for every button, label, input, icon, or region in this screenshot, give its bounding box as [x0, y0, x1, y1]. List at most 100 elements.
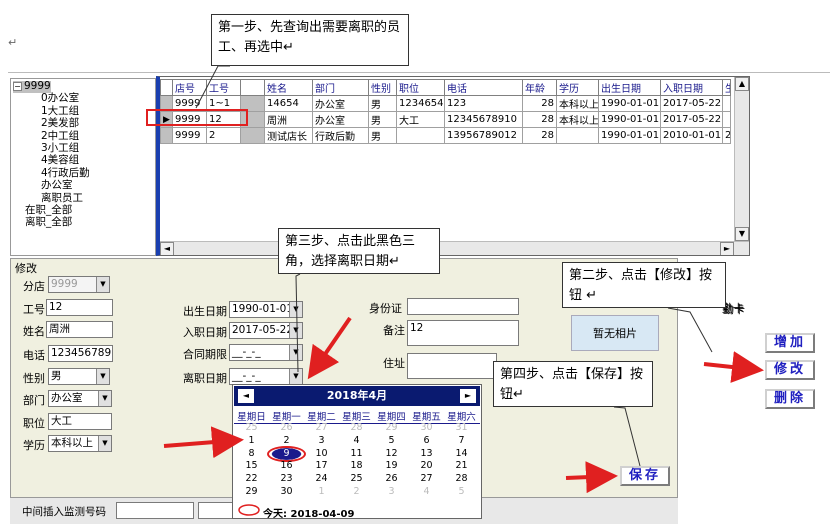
tree-node[interactable]: 4美容组 — [41, 155, 79, 167]
collapse-icon[interactable]: − — [13, 81, 22, 91]
calendar-day[interactable]: 3 — [304, 435, 339, 448]
calendar-day[interactable]: 29 — [374, 422, 409, 435]
tree-node[interactable]: 办公室 — [41, 179, 73, 192]
chevron-down-icon[interactable]: ▼ — [289, 345, 302, 360]
calendar-day[interactable]: 7 — [444, 435, 479, 448]
today-label[interactable]: 今天: 2018-04-09 — [263, 505, 354, 520]
id-field[interactable] — [407, 298, 519, 315]
table-cell[interactable]: 123 — [444, 95, 523, 112]
calendar-day[interactable]: 27 — [304, 422, 339, 435]
calendar-day[interactable]: 29 — [234, 486, 269, 499]
table-cell[interactable]: 办公室 — [312, 95, 369, 112]
delete-button[interactable]: 删除 — [765, 389, 815, 409]
calendar-day[interactable]: 20 — [409, 460, 444, 473]
scroll-up-icon[interactable]: ▲ — [735, 77, 749, 91]
phone-field[interactable]: 12345678910 — [48, 345, 113, 362]
calendar-day[interactable]: 27 — [409, 473, 444, 486]
table-cell[interactable]: 28 — [522, 95, 557, 112]
table-cell[interactable] — [722, 95, 731, 112]
column-header[interactable]: 入职日期 — [660, 79, 723, 96]
prev-month-icon[interactable]: ◄ — [238, 389, 254, 403]
table-cell[interactable]: 2 — [206, 127, 241, 144]
chevron-down-icon[interactable]: ▼ — [289, 302, 302, 317]
grid-horizontal-scrollbar[interactable]: ◄ ► — [160, 241, 749, 255]
address-field[interactable] — [407, 353, 497, 379]
table-cell[interactable]: 2017-05-22 — [660, 111, 723, 128]
add-button[interactable]: 增加 — [765, 333, 815, 353]
table-cell[interactable] — [722, 111, 731, 128]
position-field[interactable]: 大工 — [48, 413, 112, 430]
table-cell[interactable]: 14654 — [264, 95, 313, 112]
gender-select[interactable]: 男 ▼ — [48, 368, 110, 385]
table-cell[interactable]: 2 — [722, 127, 731, 144]
table-cell[interactable]: 男 — [368, 111, 397, 128]
dept-select[interactable]: 办公室 ▼ — [48, 390, 112, 407]
empno-field[interactable]: 12 — [46, 299, 113, 316]
table-cell[interactable]: 办公室 — [312, 111, 369, 128]
calendar-day[interactable]: 4 — [339, 435, 374, 448]
name-field[interactable]: 周洲 — [46, 321, 113, 338]
calendar-day[interactable]: 18 — [339, 460, 374, 473]
table-cell[interactable]: 123465464 — [396, 95, 445, 112]
calendar-day[interactable]: 1 — [304, 486, 339, 499]
calendar-day[interactable]: 25 — [339, 473, 374, 486]
calendar-day[interactable]: 24 — [304, 473, 339, 486]
calendar-day-selected[interactable]: 9 — [267, 445, 306, 463]
birth-date-field[interactable]: 1990-01-01 ▼ — [229, 301, 303, 318]
tree-node[interactable]: 0办公室 — [41, 93, 79, 105]
calendar-day[interactable]: 11 — [339, 448, 374, 461]
column-header[interactable]: 姓名 — [264, 79, 313, 96]
calendar-day[interactable]: 5 — [374, 435, 409, 448]
edit-button[interactable]: 修改 — [765, 360, 815, 380]
calendar-day[interactable]: 8 — [234, 448, 269, 461]
table-cell[interactable]: 行政后勤 — [312, 127, 369, 144]
calendar-day[interactable]: 22 — [234, 473, 269, 486]
table-cell[interactable]: 周洲 — [264, 111, 313, 128]
column-header[interactable]: 年龄 — [522, 79, 557, 96]
calendar-day[interactable]: 30 — [409, 422, 444, 435]
table-cell[interactable]: 1990-01-01 — [598, 95, 661, 112]
tree-node[interactable]: 离职员工 — [41, 192, 83, 205]
leave-date-field[interactable]: __-_-_ ▼ — [229, 368, 303, 385]
calendar-day[interactable]: 28 — [444, 473, 479, 486]
table-cell[interactable]: 13956789012 — [444, 127, 523, 144]
calendar-day[interactable]: 5 — [444, 486, 479, 499]
table-cell[interactable]: 12345678910 — [444, 111, 523, 128]
table-cell[interactable]: 测试店长 — [264, 127, 313, 144]
tree-node[interactable]: 4行政后勤 — [41, 167, 90, 180]
photo-placeholder[interactable]: 暂无相片 — [571, 315, 659, 351]
save-button[interactable]: 保存 — [620, 466, 670, 486]
chevron-down-icon[interactable]: ▼ — [289, 369, 302, 384]
calendar-day[interactable]: 28 — [339, 422, 374, 435]
table-cell[interactable]: 本科以上 — [556, 111, 599, 128]
chevron-down-icon[interactable]: ▼ — [96, 369, 109, 384]
calendar-day[interactable]: 14 — [444, 448, 479, 461]
grid-vertical-scrollbar[interactable]: ▲ ▼ — [734, 77, 749, 255]
tree-node[interactable]: 2美发部 — [41, 117, 79, 130]
scroll-down-icon[interactable]: ▼ — [735, 227, 749, 241]
chevron-down-icon[interactable]: ▼ — [289, 323, 302, 338]
column-header[interactable]: 职位 — [396, 79, 445, 96]
hire-date-field[interactable]: 2017-05-22 ▼ — [229, 322, 303, 339]
column-header[interactable]: 性别 — [368, 79, 397, 96]
column-header[interactable]: 出生日期 — [598, 79, 661, 96]
employee-grid[interactable]: 店号工号姓名部门性别职位电话年龄学历出生日期入职日期生 99991~114654… — [156, 76, 750, 256]
calendar-day[interactable]: 19 — [374, 460, 409, 473]
column-header[interactable] — [240, 79, 265, 96]
table-cell[interactable]: 1990-01-01 — [598, 127, 661, 144]
calendar-day[interactable]: 10 — [304, 448, 339, 461]
chevron-down-icon[interactable]: ▼ — [98, 391, 111, 406]
table-cell[interactable]: 男 — [368, 127, 397, 144]
tree-node[interactable]: 1大工组 — [41, 105, 79, 118]
column-header[interactable]: 电话 — [444, 79, 523, 96]
column-header[interactable]: 店号 — [172, 79, 207, 96]
calendar-day[interactable]: 17 — [304, 460, 339, 473]
calendar-day[interactable]: 12 — [374, 448, 409, 461]
calendar-day[interactable]: 6 — [409, 435, 444, 448]
monitor-number-field[interactable] — [116, 502, 194, 519]
calendar-day[interactable]: 25 — [234, 422, 269, 435]
chevron-down-icon[interactable]: ▼ — [98, 436, 111, 451]
calendar-day[interactable]: 30 — [269, 486, 304, 499]
table-cell[interactable]: 2017-05-22 — [660, 95, 723, 112]
date-picker[interactable]: ◄ 2018年4月 ► 星期日 星期一 星期二 星期三 星期四 星期五 星期六 25 26 27… — [232, 384, 482, 520]
